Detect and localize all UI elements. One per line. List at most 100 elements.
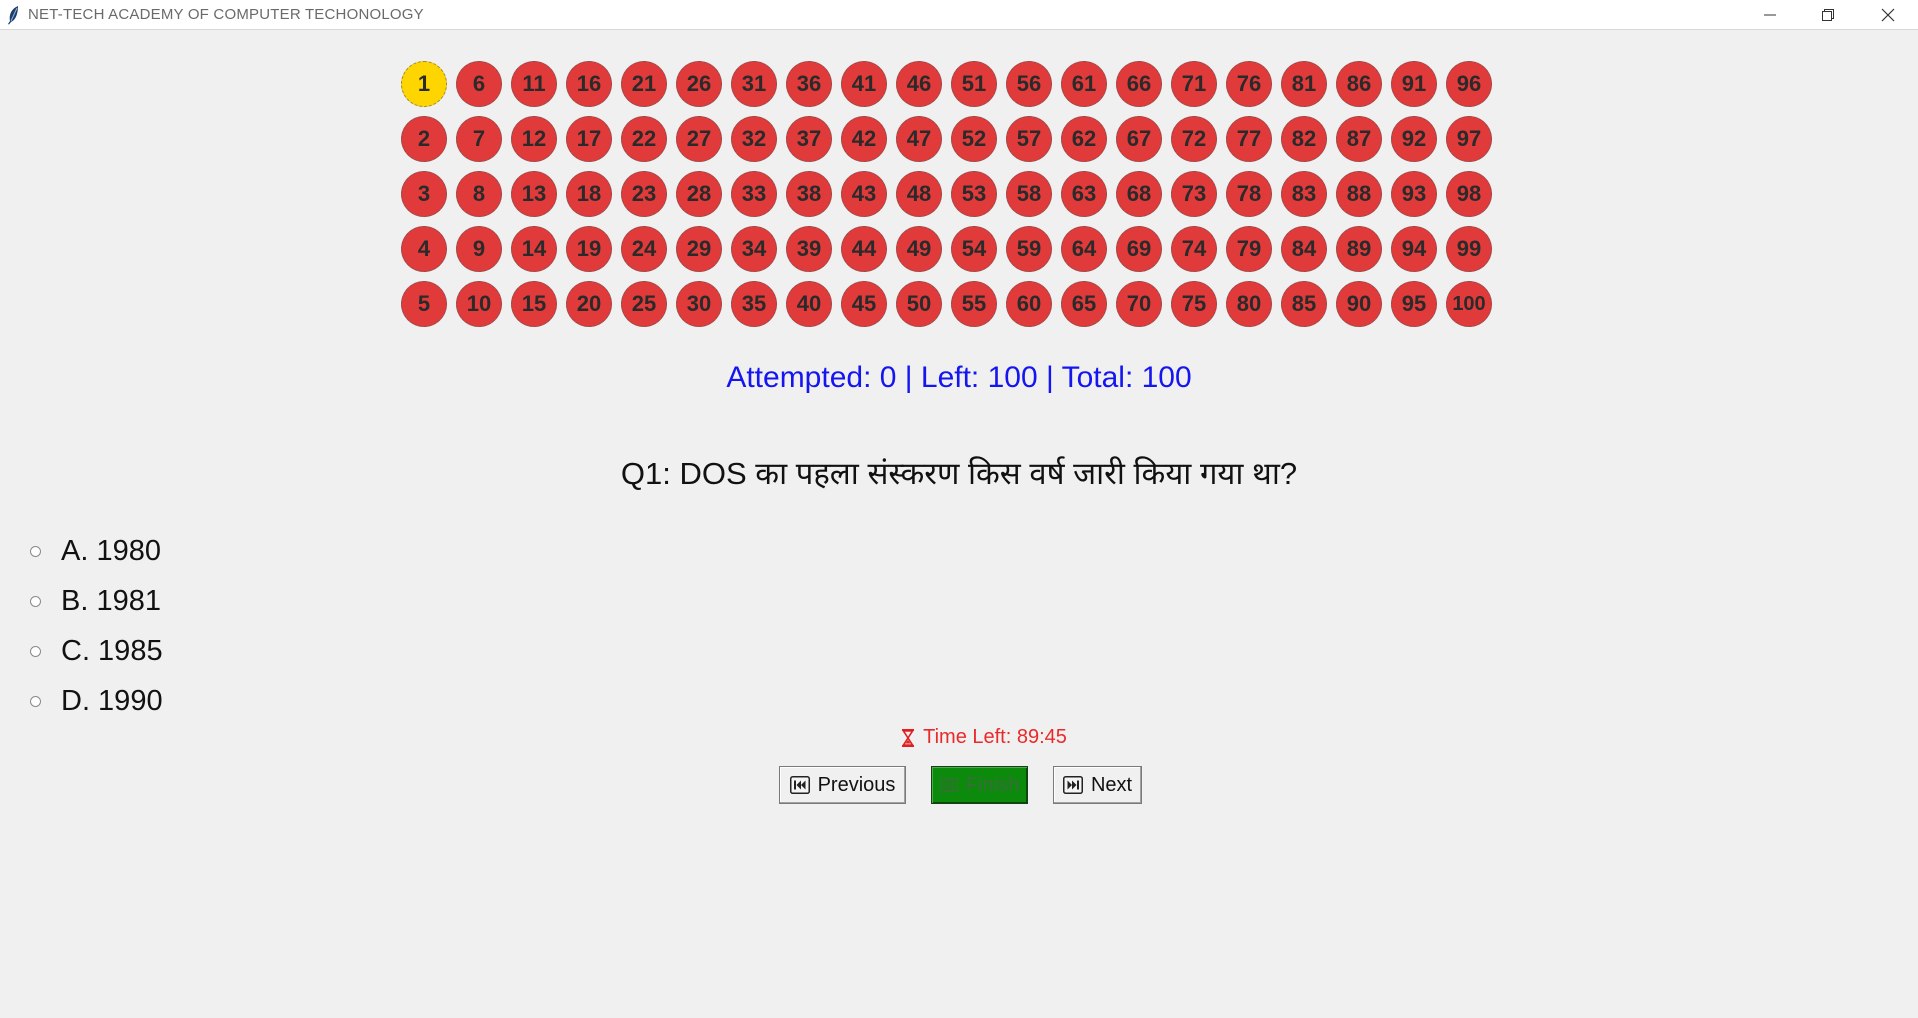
question-number-button[interactable]: 63 xyxy=(1061,171,1107,217)
question-number-button[interactable]: 35 xyxy=(731,281,777,327)
question-number-button[interactable]: 71 xyxy=(1171,61,1217,107)
question-number-button[interactable]: 57 xyxy=(1006,116,1052,162)
question-number-button[interactable]: 2 xyxy=(401,116,447,162)
question-number-button[interactable]: 23 xyxy=(621,171,667,217)
close-button[interactable] xyxy=(1860,0,1916,30)
question-number-button[interactable]: 74 xyxy=(1171,226,1217,272)
question-number-button[interactable]: 11 xyxy=(511,61,557,107)
question-number-button[interactable]: 73 xyxy=(1171,171,1217,217)
option-d-radio[interactable] xyxy=(30,695,41,707)
question-number-button[interactable]: 40 xyxy=(786,281,832,327)
question-number-button[interactable]: 94 xyxy=(1391,226,1437,272)
question-number-button[interactable]: 98 xyxy=(1446,171,1492,217)
question-number-button[interactable]: 100 xyxy=(1446,281,1492,327)
question-number-button[interactable]: 52 xyxy=(951,116,997,162)
option-a-label[interactable]: A. 1980 xyxy=(61,535,161,568)
question-number-button[interactable]: 87 xyxy=(1336,116,1382,162)
question-number-button[interactable]: 33 xyxy=(731,171,777,217)
question-number-button[interactable]: 96 xyxy=(1446,61,1492,107)
question-number-button[interactable]: 89 xyxy=(1336,226,1382,272)
question-number-button[interactable]: 84 xyxy=(1281,226,1327,272)
question-number-button[interactable]: 25 xyxy=(621,281,667,327)
minimize-button[interactable] xyxy=(1742,0,1798,30)
question-number-button[interactable]: 50 xyxy=(896,281,942,327)
option-b-radio[interactable] xyxy=(30,595,41,607)
question-number-button[interactable]: 26 xyxy=(676,61,722,107)
question-number-button[interactable]: 41 xyxy=(841,61,887,107)
question-number-button[interactable]: 17 xyxy=(566,116,612,162)
question-number-button[interactable]: 6 xyxy=(456,61,502,107)
question-number-button[interactable]: 72 xyxy=(1171,116,1217,162)
question-number-button[interactable]: 1 xyxy=(401,61,447,107)
question-number-button[interactable]: 30 xyxy=(676,281,722,327)
question-number-button[interactable]: 45 xyxy=(841,281,887,327)
question-number-button[interactable]: 22 xyxy=(621,116,667,162)
question-number-button[interactable]: 3 xyxy=(401,171,447,217)
question-number-button[interactable]: 5 xyxy=(401,281,447,327)
question-number-button[interactable]: 15 xyxy=(511,281,557,327)
question-number-button[interactable]: 14 xyxy=(511,226,557,272)
question-number-button[interactable]: 59 xyxy=(1006,226,1052,272)
question-number-button[interactable]: 53 xyxy=(951,171,997,217)
question-number-button[interactable]: 92 xyxy=(1391,116,1437,162)
option-a-radio[interactable] xyxy=(30,545,41,557)
question-number-button[interactable]: 83 xyxy=(1281,171,1327,217)
question-number-button[interactable]: 8 xyxy=(456,171,502,217)
option-c[interactable]: C. 1985 xyxy=(30,626,163,676)
question-number-button[interactable]: 7 xyxy=(456,116,502,162)
question-number-button[interactable]: 90 xyxy=(1336,281,1382,327)
question-number-button[interactable]: 16 xyxy=(566,61,612,107)
question-number-button[interactable]: 44 xyxy=(841,226,887,272)
restore-button[interactable] xyxy=(1800,0,1856,30)
question-number-button[interactable]: 32 xyxy=(731,116,777,162)
question-number-button[interactable]: 27 xyxy=(676,116,722,162)
question-number-button[interactable]: 56 xyxy=(1006,61,1052,107)
option-b[interactable]: B. 1981 xyxy=(30,576,163,626)
previous-button[interactable]: Previous xyxy=(779,766,906,804)
question-number-button[interactable]: 70 xyxy=(1116,281,1162,327)
option-d-label[interactable]: D. 1990 xyxy=(61,685,163,718)
question-number-button[interactable]: 78 xyxy=(1226,171,1272,217)
question-number-button[interactable]: 95 xyxy=(1391,281,1437,327)
question-number-button[interactable]: 66 xyxy=(1116,61,1162,107)
option-c-label[interactable]: C. 1985 xyxy=(61,635,163,668)
question-number-button[interactable]: 18 xyxy=(566,171,612,217)
question-number-button[interactable]: 10 xyxy=(456,281,502,327)
question-number-button[interactable]: 75 xyxy=(1171,281,1217,327)
question-number-button[interactable]: 82 xyxy=(1281,116,1327,162)
option-b-label[interactable]: B. 1981 xyxy=(61,585,161,618)
question-number-button[interactable]: 34 xyxy=(731,226,777,272)
question-number-button[interactable]: 93 xyxy=(1391,171,1437,217)
question-number-button[interactable]: 24 xyxy=(621,226,667,272)
question-number-button[interactable]: 29 xyxy=(676,226,722,272)
question-number-button[interactable]: 49 xyxy=(896,226,942,272)
question-number-button[interactable]: 39 xyxy=(786,226,832,272)
question-number-button[interactable]: 12 xyxy=(511,116,557,162)
question-number-button[interactable]: 86 xyxy=(1336,61,1382,107)
question-number-button[interactable]: 4 xyxy=(401,226,447,272)
question-number-button[interactable]: 38 xyxy=(786,171,832,217)
question-number-button[interactable]: 99 xyxy=(1446,226,1492,272)
question-number-button[interactable]: 80 xyxy=(1226,281,1272,327)
question-number-button[interactable]: 81 xyxy=(1281,61,1327,107)
option-c-radio[interactable] xyxy=(30,645,41,657)
question-number-button[interactable]: 79 xyxy=(1226,226,1272,272)
question-number-button[interactable]: 19 xyxy=(566,226,612,272)
question-number-button[interactable]: 42 xyxy=(841,116,887,162)
question-number-button[interactable]: 43 xyxy=(841,171,887,217)
question-number-button[interactable]: 69 xyxy=(1116,226,1162,272)
option-a[interactable]: A. 1980 xyxy=(30,526,163,576)
question-number-button[interactable]: 68 xyxy=(1116,171,1162,217)
question-number-button[interactable]: 88 xyxy=(1336,171,1382,217)
question-number-button[interactable]: 97 xyxy=(1446,116,1492,162)
question-number-button[interactable]: 65 xyxy=(1061,281,1107,327)
question-number-button[interactable]: 48 xyxy=(896,171,942,217)
next-button[interactable]: Next xyxy=(1053,766,1142,804)
finish-button[interactable]: Finish xyxy=(931,766,1028,804)
question-number-button[interactable]: 21 xyxy=(621,61,667,107)
question-number-button[interactable]: 76 xyxy=(1226,61,1272,107)
question-number-button[interactable]: 91 xyxy=(1391,61,1437,107)
question-number-button[interactable]: 13 xyxy=(511,171,557,217)
question-number-button[interactable]: 64 xyxy=(1061,226,1107,272)
question-number-button[interactable]: 85 xyxy=(1281,281,1327,327)
